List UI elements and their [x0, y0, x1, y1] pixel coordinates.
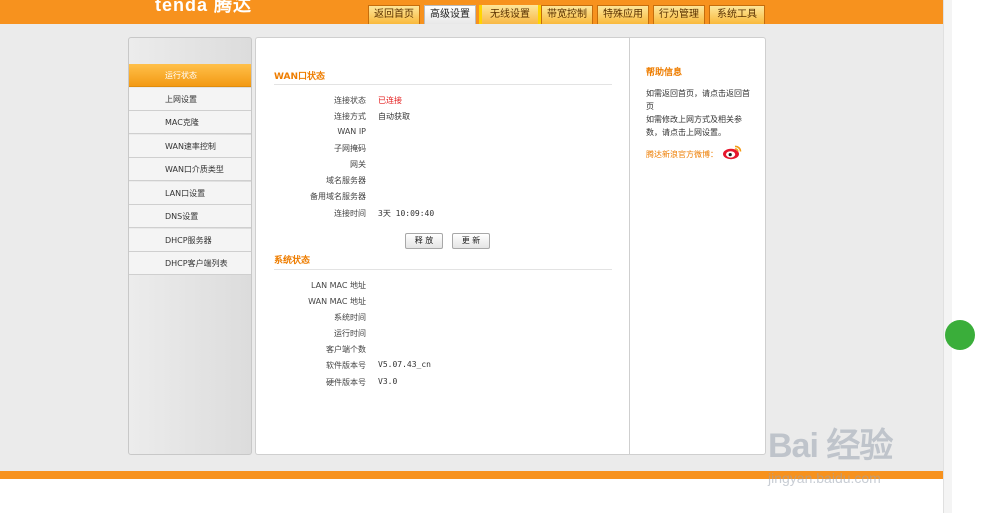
- divider: [274, 269, 612, 270]
- wan-row-label: WAN IP: [337, 127, 366, 136]
- connection-time-value: 3天 10:09:40: [378, 209, 435, 218]
- top-navigation-bar: tenda 腾达 返回首页 高级设置 无线设置 带宽控制 特殊应用 行为管理 系…: [0, 0, 943, 36]
- system-row-label: WAN MAC 地址: [308, 297, 366, 306]
- renew-button[interactable]: 更 新: [452, 233, 490, 249]
- scrollbar[interactable]: [943, 0, 952, 513]
- help-panel: 帮助信息 如需返回首页，请点击返回首页 如需修改上网方式及相关参数，请点击上网设…: [629, 37, 766, 455]
- system-row-label: 软件版本号: [326, 361, 366, 370]
- sidebar-item-lan-settings[interactable]: LAN口设置: [129, 182, 251, 205]
- tab-bandwidth-control[interactable]: 带宽控制: [541, 5, 593, 24]
- sidebar-item-run-status[interactable]: 运行状态: [129, 64, 251, 87]
- sidebar-item-wan-media[interactable]: WAN口介质类型: [129, 158, 251, 181]
- weibo-link[interactable]: 腾达新浪官方微博：: [646, 149, 718, 160]
- wan-row-label: 网关: [350, 160, 366, 169]
- sidebar: 运行状态 上网设置 MAC克隆 WAN速率控制 WAN口介质类型 LAN口设置 …: [128, 37, 252, 455]
- sidebar-item-dhcp-server[interactable]: DHCP服务器: [129, 229, 251, 252]
- sidebar-item-wan-rate[interactable]: WAN速率控制: [129, 135, 251, 158]
- watermark-brand: Bai 经验: [768, 427, 893, 465]
- tab-system-tools[interactable]: 系统工具: [709, 5, 765, 24]
- help-text: 如需返回首页，请点击返回首页 如需修改上网方式及相关参数，请点击上网设置。: [646, 89, 750, 137]
- wan-row-label: 子网掩码: [334, 144, 366, 153]
- hardware-version-value: V3.0: [378, 377, 398, 386]
- sidebar-item-dns-settings[interactable]: DNS设置: [129, 205, 251, 228]
- sidebar-item-internet-settings[interactable]: 上网设置: [129, 88, 251, 111]
- system-row-label: LAN MAC 地址: [310, 281, 366, 290]
- system-row-label: 运行时间: [334, 329, 366, 338]
- help-title: 帮助信息: [646, 68, 683, 78]
- tab-behavior-management[interactable]: 行为管理: [653, 5, 705, 24]
- system-row-label: 客户端个数: [326, 345, 366, 354]
- wan-row-label: 连接时间: [334, 209, 366, 218]
- watermark-url: jingyan.baidu.com: [768, 470, 881, 486]
- connection-type-value: 自动获取: [378, 112, 410, 121]
- wan-row-label: 备用域名服务器: [310, 192, 366, 201]
- tenda-logo: tenda 腾达: [155, 0, 253, 15]
- weibo-icon[interactable]: [722, 144, 742, 160]
- sidebar-item-dhcp-clients[interactable]: DHCP客户端列表: [129, 252, 251, 275]
- wan-row-label: 域名服务器: [326, 176, 366, 185]
- software-version-value: V5.07.43_cn: [378, 360, 431, 369]
- wan-row-label: 连接方式: [334, 112, 366, 121]
- system-status-title: 系统状态: [274, 256, 311, 266]
- release-button[interactable]: 释 放: [405, 233, 443, 249]
- tab-special-apps[interactable]: 特殊应用: [597, 5, 649, 24]
- system-row-label: 系统时间: [334, 313, 366, 322]
- wan-row-label: 连接状态: [334, 96, 366, 105]
- baidu-watermark: Bai 经验 jingyan.baidu.com: [768, 418, 943, 493]
- divider: [274, 84, 612, 85]
- tab-home[interactable]: 返回首页: [368, 5, 420, 24]
- system-row-label: 硬件版本号: [326, 378, 366, 387]
- connection-status-value: 已连接: [378, 96, 402, 105]
- wan-status-title: WAN口状态: [274, 72, 326, 82]
- main-panel: WAN口状态 连接状态 已连接 连接方式 自动获取 WAN IP 子网掩码 网关…: [255, 37, 630, 455]
- tab-advanced-settings[interactable]: 高级设置: [424, 5, 476, 24]
- floating-widget-icon[interactable]: [945, 320, 975, 350]
- sidebar-item-mac-clone[interactable]: MAC克隆: [129, 111, 251, 134]
- router-admin-page: tenda 腾达 返回首页 高级设置 无线设置 带宽控制 特殊应用 行为管理 系…: [0, 0, 943, 513]
